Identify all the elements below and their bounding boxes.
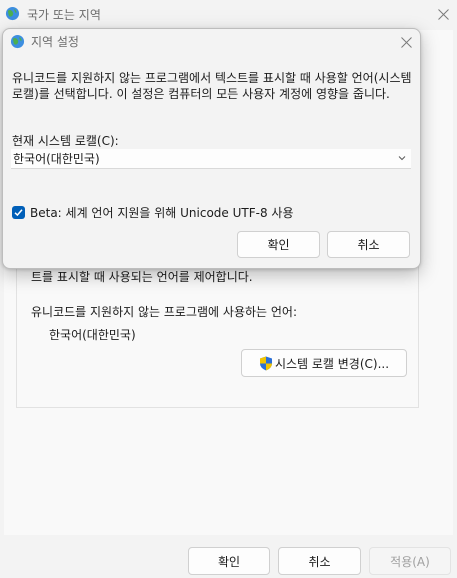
cancel-button[interactable]: 취소 (278, 547, 361, 575)
close-icon (437, 8, 449, 20)
chevron-down-icon (398, 156, 406, 161)
non-unicode-language-label: 유니코드를 지원하지 않는 프로그램에 사용하는 언어: (31, 305, 297, 319)
apply-button[interactable]: 적용(A) (369, 547, 451, 575)
dialog-close-button[interactable] (393, 31, 419, 53)
uac-shield-icon (259, 356, 272, 370)
checkmark-icon (14, 209, 23, 217)
region-window-title: 국가 또는 지역 (27, 8, 101, 22)
globe-icon (10, 34, 25, 49)
dialog-ok-button[interactable]: 확인 (237, 231, 320, 258)
system-locale-dropdown[interactable]: 한국어(대한민국) (11, 149, 411, 169)
change-system-locale-button[interactable]: 시스템 로캘 변경(C)... (241, 349, 407, 377)
current-locale-value: 한국어(대한민국) (49, 328, 136, 342)
system-locale-selected-value: 한국어(대한민국) (13, 152, 100, 166)
change-system-locale-label: 시스템 로캘 변경(C)... (274, 356, 390, 371)
region-settings-dialog: 지역 설정 유니코드를 지원하지 않는 프로그램에서 텍스트를 표시할 때 사용… (2, 28, 421, 269)
utf8-beta-checkbox[interactable] (12, 206, 25, 219)
ok-button[interactable]: 확인 (188, 547, 270, 575)
dialog-cancel-button[interactable]: 취소 (327, 231, 410, 258)
region-window-close-button[interactable] (430, 2, 456, 26)
dialog-description: 유니코드를 지원하지 않는 프로그램에서 텍스트를 표시할 때 사용할 언어(시… (12, 71, 412, 101)
utf8-beta-label[interactable]: Beta: 세계 언어 지원을 위해 Unicode UTF-8 사용 (30, 204, 294, 221)
close-icon (400, 36, 412, 48)
system-locale-label: 현재 시스템 로캘(C): (12, 134, 119, 148)
dialog-title: 지역 설정 (31, 35, 79, 49)
globe-icon (5, 6, 20, 21)
group-description-text: 트를 표시할 때 사용되는 언어를 제어합니다. (31, 270, 253, 284)
